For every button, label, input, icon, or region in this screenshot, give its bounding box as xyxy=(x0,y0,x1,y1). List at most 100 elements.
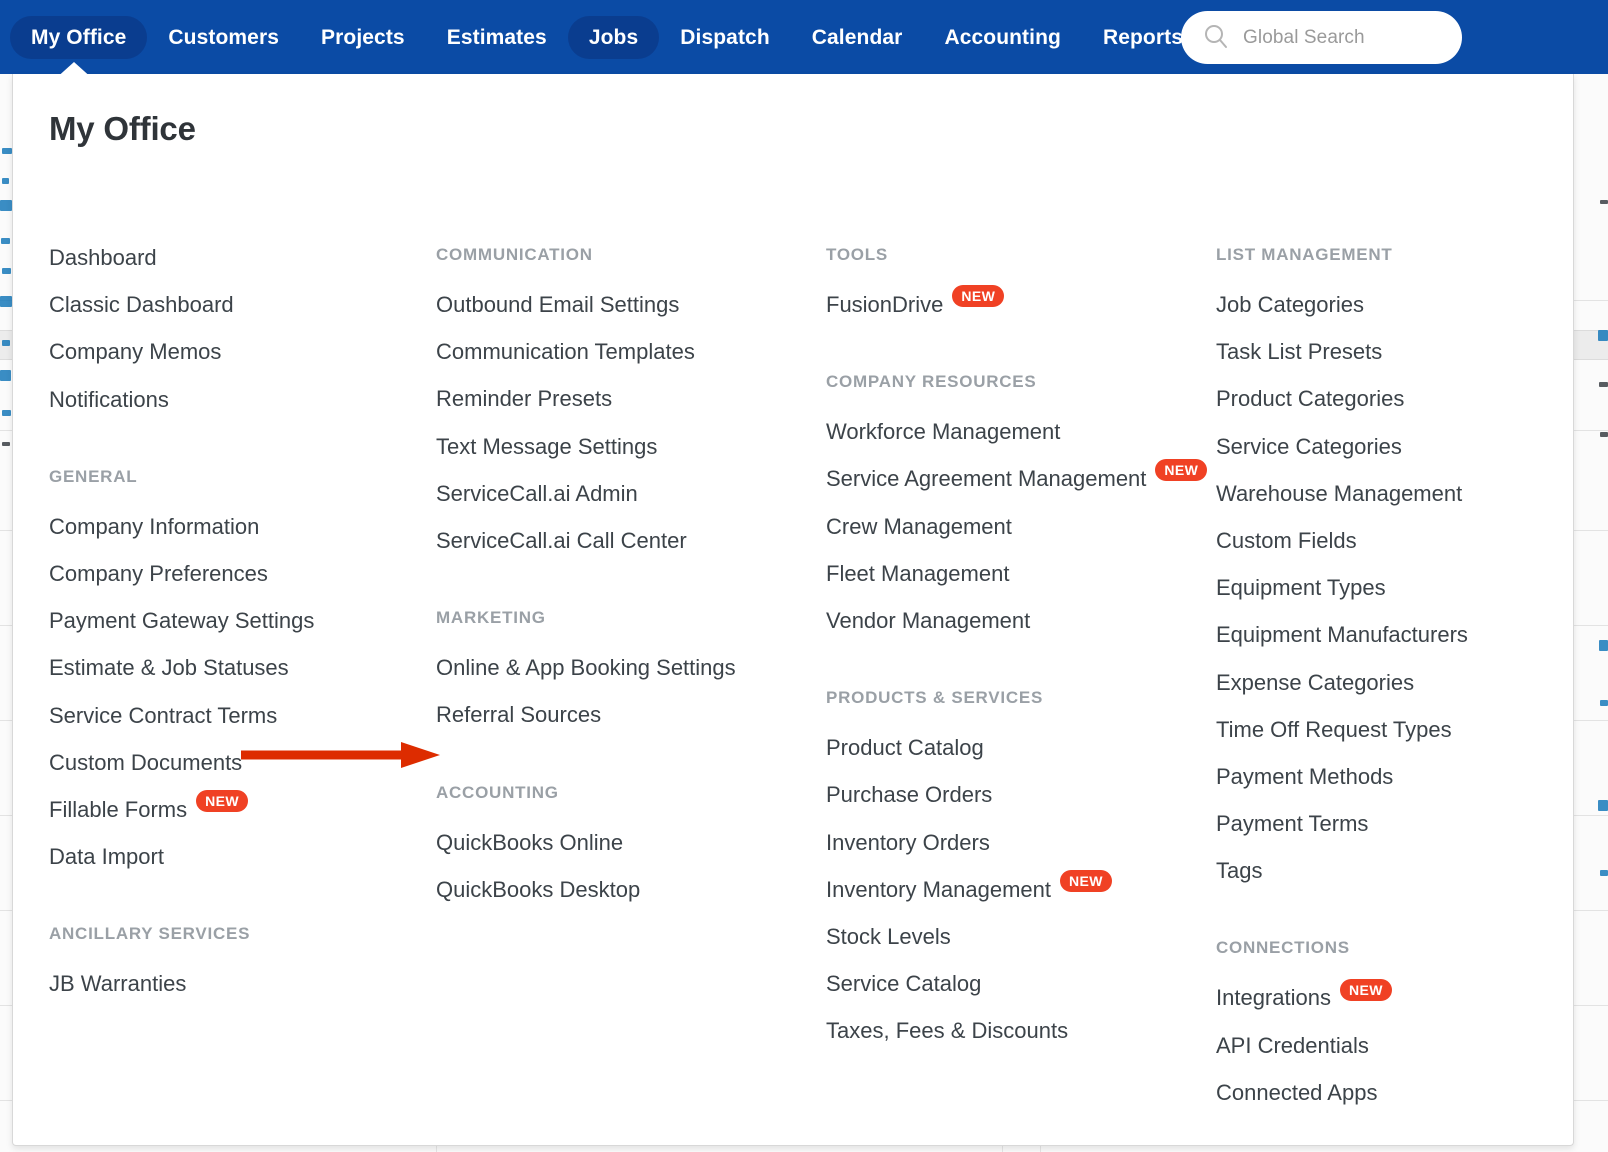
menu-link-crew-management[interactable]: Crew Management xyxy=(826,513,1218,539)
menu-link-label: Warehouse Management xyxy=(1216,480,1463,506)
menu-link-payment-terms[interactable]: Payment Terms xyxy=(1216,811,1571,837)
menu-link-label: Crew Management xyxy=(826,513,1012,539)
nav-item-calendar[interactable]: Calendar xyxy=(791,16,924,59)
menu-link-payment-gateway-settings[interactable]: Payment Gateway Settings xyxy=(49,608,439,634)
nav-item-accounting[interactable]: Accounting xyxy=(923,16,1082,59)
background-text-stub xyxy=(1600,200,1608,204)
menu-link-task-list-presets[interactable]: Task List Presets xyxy=(1216,339,1571,364)
background-text-stub xyxy=(2,442,10,446)
menu-link-fusiondrive[interactable]: FusionDrive NEW xyxy=(826,285,1218,317)
menu-link-online-app-booking-settings[interactable]: Online & App Booking Settings xyxy=(436,655,826,681)
menu-link-time-off-request-types[interactable]: Time Off Request Types xyxy=(1216,716,1571,742)
menu-link-service-categories[interactable]: Service Categories xyxy=(1216,434,1571,459)
page-title: My Office xyxy=(49,110,196,147)
menu-link-label: Inventory Orders xyxy=(826,829,990,855)
menu-link-label: ServiceCall.ai Admin xyxy=(436,480,638,506)
menu-link-warehouse-management[interactable]: Warehouse Management xyxy=(1216,480,1571,506)
menu-link-company-information[interactable]: Company Information xyxy=(49,514,439,539)
menu-link-label: Payment Terms xyxy=(1216,811,1369,837)
menu-link-inventory-management[interactable]: Inventory Management NEW xyxy=(826,869,1218,902)
menu-link-label: Online & App Booking Settings xyxy=(436,655,736,681)
menu-link-company-memos[interactable]: Company Memos xyxy=(49,340,439,364)
menu-link-label: Product Catalog xyxy=(826,735,984,761)
menu-link-jb-warranties[interactable]: JB Warranties xyxy=(49,972,439,996)
menu-link-api-credentials[interactable]: API Credentials xyxy=(1216,1033,1571,1058)
menu-link-custom-documents[interactable]: Custom Documents xyxy=(49,750,439,775)
global-search-input[interactable]: Global Search xyxy=(1181,11,1462,64)
menu-link-label: Time Off Request Types xyxy=(1216,716,1452,742)
menu-link-fillable-forms[interactable]: Fillable Forms NEW xyxy=(49,789,439,822)
new-badge: NEW xyxy=(196,789,249,812)
menu-link-referral-sources[interactable]: Referral Sources xyxy=(436,703,826,727)
menu-link-label: Dashboard xyxy=(49,245,157,270)
menu-link-product-categories[interactable]: Product Categories xyxy=(1216,387,1571,411)
menu-link-inventory-orders[interactable]: Inventory Orders xyxy=(826,829,1218,855)
menu-link-integrations[interactable]: Integrations NEW xyxy=(1216,978,1571,1010)
menu-link-payment-methods[interactable]: Payment Methods xyxy=(1216,764,1571,789)
background-text-stub xyxy=(1598,800,1608,811)
background-text-stub xyxy=(2,148,12,154)
menu-link-tags[interactable]: Tags xyxy=(1216,859,1571,883)
menu-column-2: COMMUNICATION Outbound Email Settings Comm… xyxy=(436,246,826,902)
menu-link-label: JB Warranties xyxy=(49,971,187,997)
menu-link-quickbooks-desktop[interactable]: QuickBooks Desktop xyxy=(436,877,826,902)
menu-link-company-preferences[interactable]: Company Preferences xyxy=(49,561,439,586)
nav-item-jobs[interactable]: Jobs xyxy=(567,15,660,59)
menu-link-notifications[interactable]: Notifications xyxy=(49,386,439,412)
nav-item-customers[interactable]: Customers xyxy=(147,16,300,59)
menu-link-text-message-settings[interactable]: Text Message Settings xyxy=(436,433,826,459)
menu-link-job-categories[interactable]: Job Categories xyxy=(1216,292,1571,317)
background-text-stub xyxy=(2,178,9,184)
new-badge: NEW xyxy=(1339,978,1392,1001)
menu-link-servicecall-ai-admin[interactable]: ServiceCall.ai Admin xyxy=(436,480,826,506)
nav-item-list: My Office Customers Projects Estimates Jobs D… xyxy=(0,0,1204,74)
menu-group-tools: TOOLS FusionDrive NEW xyxy=(826,246,1218,317)
menu-link-equipment-types[interactable]: Equipment Types xyxy=(1216,575,1571,600)
menu-link-stock-levels[interactable]: Stock Levels xyxy=(826,924,1218,949)
menu-link-fleet-management[interactable]: Fleet Management xyxy=(826,561,1218,586)
nav-item-dispatch[interactable]: Dispatch xyxy=(659,16,791,59)
nav-item-estimates[interactable]: Estimates xyxy=(426,16,568,59)
menu-link-label: Text Message Settings xyxy=(436,433,658,459)
menu-link-label: Outbound Email Settings xyxy=(436,292,680,317)
menu-link-label: Inventory Management xyxy=(826,876,1052,902)
menu-group-list-management: LIST MANAGEMENT Job Categories Task List P… xyxy=(1216,246,1571,883)
menu-link-purchase-orders[interactable]: Purchase Orders xyxy=(826,783,1218,807)
nav-item-projects[interactable]: Projects xyxy=(300,16,426,59)
menu-link-label: Notifications xyxy=(49,386,169,412)
menu-link-outbound-email-settings[interactable]: Outbound Email Settings xyxy=(436,292,826,317)
menu-link-vendor-management[interactable]: Vendor Management xyxy=(826,608,1218,633)
menu-group-heading: COMPANY RESOURCES xyxy=(826,372,1037,392)
menu-link-quickbooks-online[interactable]: QuickBooks Online xyxy=(436,830,826,855)
menu-link-servicecall-ai-call-center[interactable]: ServiceCall.ai Call Center xyxy=(436,528,826,553)
menu-column-1: Dashboard Classic Dashboard Company Memos N… xyxy=(49,245,439,996)
search-icon xyxy=(1203,23,1229,54)
menu-link-product-catalog[interactable]: Product Catalog xyxy=(826,735,1218,761)
my-office-dropdown-panel: My Office Dashboard Classic Dashboard Comp… xyxy=(12,74,1574,1146)
menu-link-connected-apps[interactable]: Connected Apps xyxy=(1216,1080,1571,1105)
menu-link-dashboard[interactable]: Dashboard xyxy=(49,245,439,270)
menu-link-classic-dashboard[interactable]: Classic Dashboard xyxy=(49,292,439,318)
menu-link-communication-templates[interactable]: Communication Templates xyxy=(436,339,826,364)
menu-link-expense-categories[interactable]: Expense Categories xyxy=(1216,670,1571,695)
menu-link-service-agreement-management[interactable]: Service Agreement Management NEW xyxy=(826,459,1218,492)
menu-link-service-catalog[interactable]: Service Catalog xyxy=(826,971,1218,997)
menu-link-equipment-manufacturers[interactable]: Equipment Manufacturers xyxy=(1216,623,1571,647)
menu-link-custom-fields[interactable]: Custom Fields xyxy=(1216,528,1571,553)
top-navigation-bar: My Office Customers Projects Estimates Jobs D… xyxy=(0,0,1608,74)
menu-link-label: Service Agreement Management xyxy=(826,466,1147,492)
nav-item-my-office[interactable]: My Office xyxy=(10,15,148,59)
menu-link-taxes-fees-discounts[interactable]: Taxes, Fees & Discounts xyxy=(826,1019,1218,1043)
menu-link-data-import[interactable]: Data Import xyxy=(49,844,439,869)
menu-group-heading: MARKETING xyxy=(436,608,546,628)
menu-link-label: Payment Gateway Settings xyxy=(49,608,315,634)
menu-link-workforce-management[interactable]: Workforce Management xyxy=(826,419,1218,444)
menu-link-label: Service Catalog xyxy=(826,971,982,997)
menu-link-estimate-job-statuses[interactable]: Estimate & Job Statuses xyxy=(49,656,439,680)
menu-link-label: Purchase Orders xyxy=(826,782,993,808)
menu-link-service-contract-terms[interactable]: Service Contract Terms xyxy=(49,703,439,728)
menu-group-communication: COMMUNICATION Outbound Email Settings Comm… xyxy=(436,246,826,553)
background-text-stub xyxy=(1599,382,1608,387)
menu-link-reminder-presets[interactable]: Reminder Presets xyxy=(436,387,826,411)
menu-link-label: Classic Dashboard xyxy=(49,292,234,318)
